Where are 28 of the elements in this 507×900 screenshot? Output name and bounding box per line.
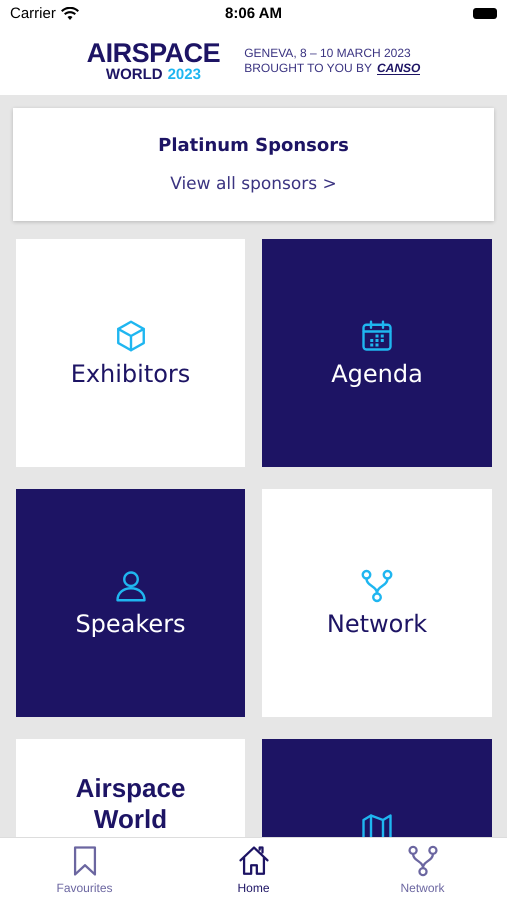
tile-label: Speakers bbox=[75, 610, 186, 638]
tab-bar-item[interactable]: Home bbox=[169, 838, 338, 900]
sponsor-line: BROUGHT TO YOU BY bbox=[244, 61, 372, 76]
menu-tile[interactable]: Network bbox=[262, 489, 492, 717]
logo-wordmark: AIRSPACE bbox=[86, 40, 220, 67]
event-dates: GENEVA, 8 – 10 MARCH 2023 bbox=[244, 46, 412, 61]
menu-tile[interactable]: Exhibitors bbox=[16, 239, 245, 467]
tab-bar-item[interactable]: Favourites bbox=[0, 838, 169, 900]
tile-label: Network bbox=[326, 610, 428, 638]
network-icon bbox=[359, 568, 395, 604]
tab-bar-item[interactable]: Network bbox=[338, 838, 507, 900]
menu-tile[interactable]: Speakers bbox=[16, 489, 245, 717]
sponsors-title: Platinum Sponsors bbox=[158, 135, 349, 156]
battery-icon bbox=[473, 8, 497, 19]
wifi-icon bbox=[60, 7, 79, 20]
logo-year: 2023 bbox=[168, 67, 201, 82]
menu-tile[interactable]: Agenda bbox=[262, 239, 492, 467]
network-icon bbox=[406, 844, 440, 878]
view-sponsors-link[interactable]: View all sponsors > bbox=[170, 174, 337, 194]
menu-tile[interactable]: Airspace World bbox=[16, 739, 245, 837]
sponsor-logo: CANSO bbox=[377, 62, 420, 75]
carrier-label: Carrier bbox=[10, 5, 56, 22]
home-icon bbox=[236, 844, 270, 878]
tile-label: Exhibitors bbox=[70, 360, 190, 388]
logo-subtitle: WORLD bbox=[106, 67, 163, 82]
tile-label: Agenda bbox=[331, 360, 423, 388]
clock-time: 8:06 AM bbox=[225, 5, 282, 22]
tile-title: Airspace World bbox=[74, 773, 186, 836]
